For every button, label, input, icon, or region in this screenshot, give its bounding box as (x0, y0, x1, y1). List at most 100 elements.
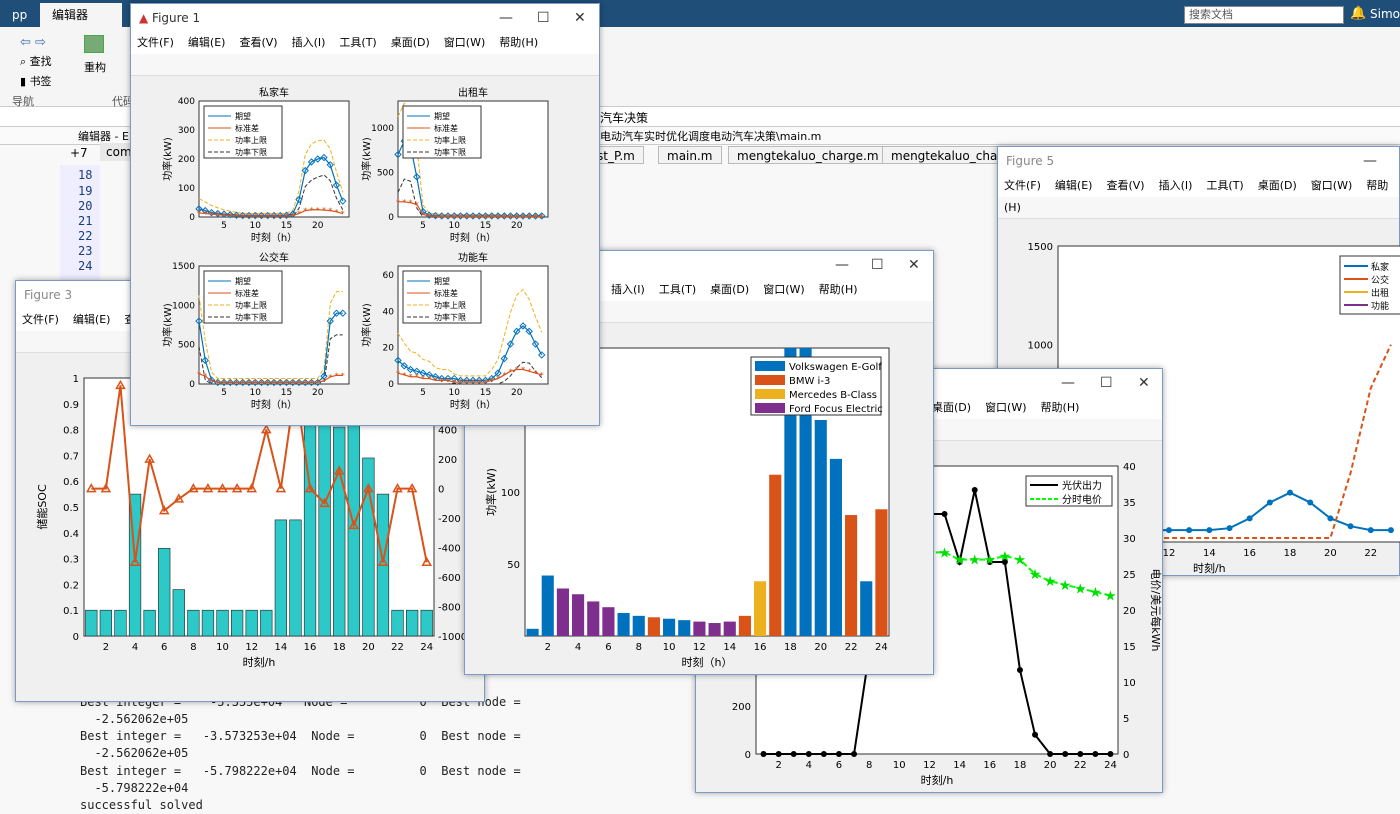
data-point: * (303, 207, 307, 216)
minimize-icon[interactable]: — (1061, 369, 1075, 397)
line-number: 20 (78, 199, 93, 213)
x-tick-label: 4 (806, 760, 812, 771)
search-docs-input[interactable]: 搜索文档 (1184, 6, 1344, 24)
menu-tools[interactable]: 工具(T) (1206, 179, 1243, 192)
data-point: * (253, 212, 257, 221)
menu-file[interactable]: 文件(F) (137, 36, 174, 49)
data-point: * (409, 373, 413, 382)
menu-desktop[interactable]: 桌面(D) (710, 283, 749, 296)
data-point (1347, 523, 1354, 530)
power-bar (829, 458, 842, 636)
menu-view[interactable]: 查看(V) (1106, 179, 1144, 192)
power-bar (738, 615, 751, 636)
menu-insert[interactable]: 插入(I) (292, 36, 326, 49)
data-point: * (197, 370, 201, 379)
menu-window[interactable]: 窗口(W) (985, 401, 1026, 414)
menu-edit[interactable]: 编辑(E) (73, 313, 111, 326)
data-point: * (222, 211, 226, 220)
x-tick-label: 24 (1104, 760, 1117, 771)
data-point: * (216, 211, 220, 220)
x-tick-label: 12 (923, 760, 936, 771)
menu-view[interactable]: 查看(V) (239, 36, 277, 49)
y-tick-label: 0 (189, 380, 195, 390)
data-point: * (527, 367, 531, 376)
search-icon[interactable]: ⌕ (1330, 8, 1337, 23)
minimize-icon[interactable]: — (835, 251, 849, 279)
y-tick-label: 0 (745, 750, 751, 761)
x-tick-label: 22 (845, 642, 858, 653)
y-tick-label: 500 (377, 168, 394, 178)
legend-label: 功率下限 (235, 147, 267, 157)
figure3-title: Figure 3 (24, 288, 73, 302)
data-point: * (297, 210, 301, 219)
panel-tab-plus[interactable]: +7 (70, 146, 88, 160)
soc-bar (318, 390, 331, 637)
matlab-icon: ▲ (139, 11, 153, 25)
maximize-icon[interactable]: ☐ (1100, 369, 1113, 397)
editor-tab-main[interactable]: main.m (658, 146, 722, 164)
data-point: * (521, 212, 525, 221)
menu-help[interactable]: 帮助(H) (1041, 401, 1080, 414)
app-tab[interactable]: pp (0, 3, 39, 27)
y-tick-label: 400 (178, 97, 195, 107)
soc-bar (114, 609, 127, 637)
menu-desktop[interactable]: 桌面(D) (1258, 179, 1297, 192)
maximize-icon[interactable]: ☐ (537, 4, 550, 32)
data-point: * (210, 210, 214, 219)
data-point: * (291, 212, 295, 221)
x-tick-label: 6 (605, 642, 611, 653)
y-tick-label: 200 (178, 155, 195, 165)
menu-desktop[interactable]: 桌面(D) (391, 36, 430, 49)
y-axis-label: 功率(kW) (360, 137, 373, 181)
y-tick-label: 0.6 (63, 477, 79, 488)
bell-icon[interactable]: 🔔 (1350, 6, 1366, 21)
menu-desktop[interactable]: 桌面(D) (932, 401, 971, 414)
menu-insert[interactable]: 插入(I) (611, 283, 645, 296)
bookmark-button[interactable]: ▮ 书签 (20, 73, 52, 89)
menu-file[interactable]: 文件(F) (1004, 179, 1041, 192)
menu-edit[interactable]: 编辑(E) (1055, 179, 1093, 192)
menu-tools[interactable]: 工具(T) (659, 283, 696, 296)
data-point (1287, 489, 1294, 496)
data-point: * (515, 212, 519, 221)
find-button[interactable]: ⌕ 查找 (20, 53, 52, 69)
refactor-button[interactable]: 重构 (84, 59, 106, 75)
menu-help[interactable]: 帮助(H) (499, 36, 538, 49)
x-tick-label: 5 (221, 221, 227, 231)
menu-edit[interactable]: 编辑(E) (188, 36, 226, 49)
y2-tick-label: -400 (438, 544, 461, 555)
minimize-icon[interactable]: — (1363, 147, 1377, 175)
menu-window[interactable]: 窗口(W) (1311, 179, 1352, 192)
data-point: * (402, 198, 406, 207)
power-bar (693, 621, 706, 636)
editor-tab-charge[interactable]: mengtekaluo_charge.m (728, 146, 888, 164)
price-marker: ★ (1029, 567, 1042, 583)
close-icon[interactable]: ✕ (908, 251, 920, 279)
price-marker: ★ (1044, 574, 1057, 590)
x-tick-label: 16 (304, 642, 317, 653)
menu-tools[interactable]: 工具(T) (339, 36, 376, 49)
minimize-icon[interactable]: — (499, 4, 513, 32)
legend-label: 标准差 (235, 123, 259, 133)
y-tick-label: 0.9 (63, 400, 79, 411)
menu-window[interactable]: 窗口(W) (763, 283, 804, 296)
user-name[interactable]: Simo (1370, 7, 1400, 21)
back-icon[interactable]: ⇦ ⇨ (20, 35, 46, 50)
editor-tab[interactable]: 编辑器 (40, 3, 122, 27)
menu-file[interactable]: 文件(F) (22, 313, 59, 326)
address-bar[interactable]: 汽车决策 (600, 109, 648, 126)
close-icon[interactable]: ✕ (574, 4, 586, 32)
soc-bar (172, 589, 185, 637)
data-point: * (266, 212, 270, 221)
x-axis-label: 时刻（h） (450, 398, 496, 411)
close-icon[interactable]: ✕ (1138, 369, 1150, 397)
menu-window[interactable]: 窗口(W) (444, 36, 485, 49)
x-tick-label: 4 (132, 642, 138, 653)
menu-help[interactable]: 帮助(H) (819, 283, 858, 296)
data-point: * (303, 378, 307, 387)
maximize-icon[interactable]: ☐ (871, 251, 884, 279)
menu-insert[interactable]: 插入(I) (1159, 179, 1193, 192)
legend-label: 标准差 (235, 288, 259, 298)
data-point (1387, 527, 1394, 534)
console-line: successful solved (80, 798, 203, 812)
